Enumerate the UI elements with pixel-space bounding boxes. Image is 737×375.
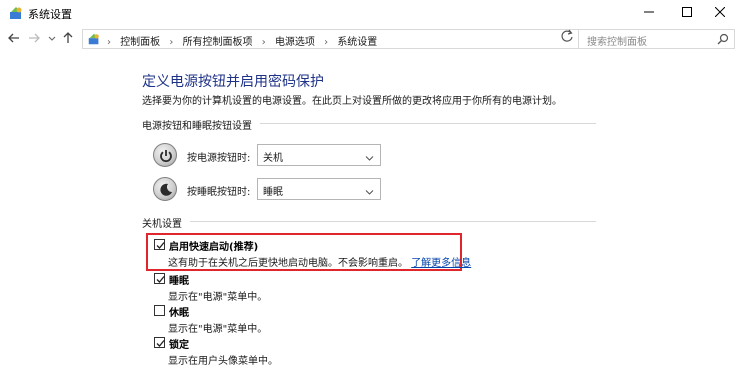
hibernate-checkbox[interactable] [154, 305, 165, 316]
minimize-button[interactable] [632, 0, 666, 24]
search-placeholder: 搜索控制面板 [587, 37, 647, 48]
breadcrumb-separator-icon: › [261, 37, 266, 48]
power-buttons-heading: 电源按钮和睡眠按钮设置 [142, 121, 252, 132]
sleep-button-row: 按睡眠按钮时: 睡眠 [153, 177, 393, 203]
recent-locations-chevron-icon[interactable] [44, 30, 60, 46]
group-divider [260, 123, 596, 124]
hibernate-label[interactable]: 休眠 [169, 304, 189, 319]
breadcrumb-item[interactable]: 所有控制面板项 [183, 37, 253, 48]
select-value: 关机 [263, 153, 283, 164]
chevron-down-icon [365, 152, 374, 161]
power-button-label: 按电源按钮时: [187, 153, 251, 164]
search-icon[interactable] [717, 33, 729, 45]
maximize-button[interactable] [670, 0, 704, 24]
breadcrumb-separator-icon: › [169, 37, 174, 48]
hibernate-description: 显示在"电源"菜单中。 [168, 324, 268, 335]
up-arrow-icon[interactable] [60, 30, 76, 46]
sleep-checkbox[interactable] [154, 273, 165, 284]
fast-startup-checkbox[interactable] [154, 239, 165, 250]
breadcrumb-item[interactable]: 控制面板 [120, 37, 160, 48]
search-input[interactable]: 搜索控制面板 [578, 29, 735, 49]
power-icon [153, 143, 177, 167]
breadcrumb-item[interactable]: 电源选项 [275, 37, 315, 48]
page-title: 定义电源按钮并启用密码保护 [142, 74, 324, 90]
window-title: 系统设置 [28, 8, 72, 21]
chevron-down-icon [365, 186, 374, 195]
fast-startup-description: 这有助于在关机之后更快地启动电脑。不会影响重启。 了解更多信息 [168, 254, 471, 269]
power-button-row: 按电源按钮时: 关机 [153, 143, 393, 169]
control-panel-icon [87, 32, 101, 46]
page-description: 选择要为你的计算机设置的电源设置。在此页上对设置所做的更改将应用于你所有的电源计… [142, 96, 562, 107]
control-panel-icon [8, 5, 24, 21]
moon-icon [153, 177, 177, 201]
power-button-action-select[interactable]: 关机 [257, 144, 381, 166]
lock-checkbox[interactable] [154, 337, 165, 348]
title-bar: 系统设置 [0, 0, 737, 26]
navigation-bar: › 控制面板 › 所有控制面板项 › 电源选项 › 系统设置 搜索控制面板 [0, 26, 737, 52]
fast-startup-label[interactable]: 启用快速启动(推荐) [169, 238, 258, 253]
back-arrow-icon[interactable] [6, 30, 22, 46]
group-divider [190, 221, 596, 222]
lock-description: 显示在用户头像菜单中。 [168, 356, 278, 367]
sleep-label[interactable]: 睡眠 [169, 272, 189, 287]
close-button[interactable] [703, 0, 737, 24]
refresh-icon[interactable] [560, 29, 574, 43]
address-bar[interactable]: › 控制面板 › 所有控制面板项 › 电源选项 › 系统设置 [82, 29, 633, 49]
breadcrumb: › 控制面板 › 所有控制面板项 › 电源选项 › 系统设置 [107, 33, 377, 48]
select-value: 睡眠 [263, 187, 283, 198]
shutdown-settings-heading: 关机设置 [142, 219, 182, 230]
fast-startup-description-text: 这有助于在关机之后更快地启动电脑。不会影响重启。 [168, 258, 408, 269]
sleep-button-action-select[interactable]: 睡眠 [257, 178, 381, 200]
sleep-button-label: 按睡眠按钮时: [187, 187, 251, 198]
breadcrumb-separator-icon: › [324, 37, 329, 48]
sleep-description: 显示在"电源"菜单中。 [168, 292, 268, 303]
learn-more-link[interactable]: 了解更多信息 [411, 258, 471, 269]
lock-label[interactable]: 锁定 [169, 336, 189, 351]
breadcrumb-separator-icon: › [107, 37, 111, 48]
forward-arrow-icon[interactable] [26, 30, 42, 46]
breadcrumb-item[interactable]: 系统设置 [337, 37, 377, 48]
